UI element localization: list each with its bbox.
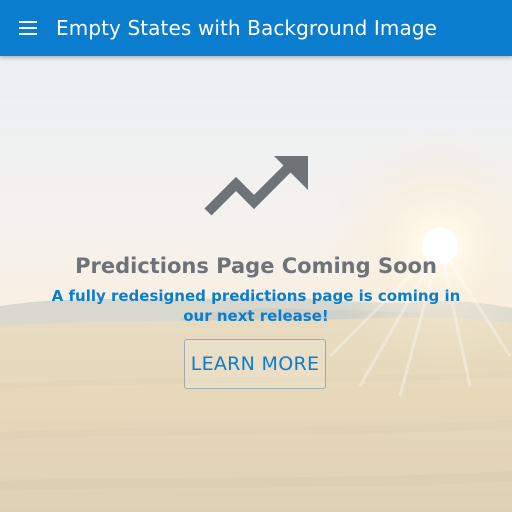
- content-area: Predictions Page Coming Soon A fully red…: [0, 56, 512, 512]
- app-root: Empty States with Background Image Predi…: [0, 0, 512, 512]
- menu-button[interactable]: [0, 0, 56, 56]
- menu-icon: [19, 21, 37, 35]
- trending-up-icon: [204, 156, 308, 216]
- learn-more-button[interactable]: LEARN MORE: [184, 339, 326, 389]
- empty-state-title: Predictions Page Coming Soon: [75, 254, 437, 278]
- learn-more-label: LEARN MORE: [190, 353, 320, 375]
- app-bar-title: Empty States with Background Image: [56, 16, 438, 40]
- app-bar: Empty States with Background Image: [0, 0, 512, 56]
- empty-state-subtitle: A fully redesigned predictions page is c…: [51, 287, 461, 325]
- empty-state: Predictions Page Coming Soon A fully red…: [0, 56, 512, 512]
